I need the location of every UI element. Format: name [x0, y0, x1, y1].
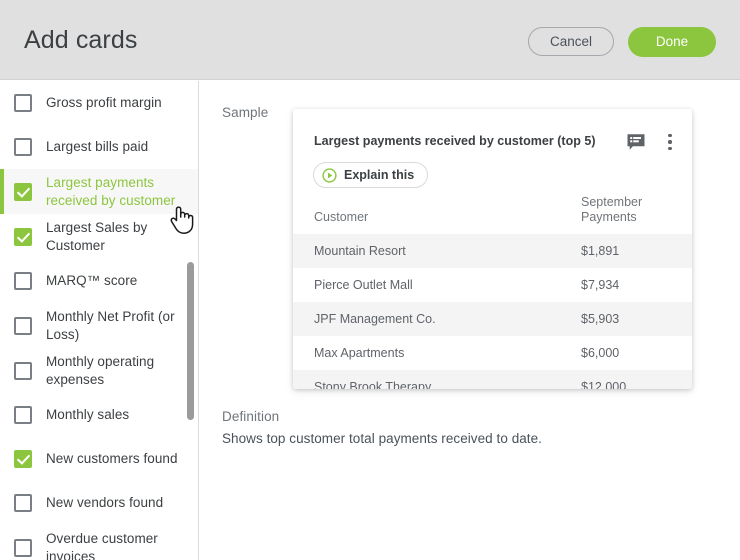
preview-panel: Sample Largest payments received by cust…	[200, 81, 740, 560]
checkbox-checked-icon[interactable]	[14, 182, 32, 201]
sample-card-title: Largest payments received by customer (t…	[314, 134, 596, 148]
checkbox-unchecked-icon[interactable]	[14, 94, 32, 112]
done-button[interactable]: Done	[628, 27, 716, 57]
checkbox-unchecked-icon[interactable]	[14, 316, 32, 335]
sidebar-item-label: Overdue customer invoices	[46, 531, 158, 560]
sidebar-item[interactable]: Largest bills paid	[0, 125, 198, 169]
checkbox-checked-icon[interactable]	[14, 450, 32, 468]
table-cell-amount: $12,000	[581, 380, 627, 389]
dialog-header: Add cards Cancel Done	[0, 0, 740, 80]
table-cell-customer: Max Apartments	[314, 346, 405, 360]
sidebar-item[interactable]: Largest payments received by customer	[0, 169, 198, 214]
sidebar-item[interactable]: Largest Sales by Customer	[0, 214, 198, 259]
card-list-sidebar[interactable]: Gross profit margin Largest bills paid Lar…	[0, 81, 199, 560]
table-row: JPF Management Co. $5,903	[293, 302, 692, 336]
sidebar-item-label: MARQ™ score	[46, 273, 138, 289]
cancel-button[interactable]: Cancel	[528, 27, 614, 56]
sidebar-item-label: Largest payments received by customer	[46, 175, 176, 208]
checkbox-unchecked-icon[interactable]	[14, 272, 32, 290]
table-cell-amount: $1,891	[581, 244, 620, 258]
page-title: Add cards	[24, 26, 138, 54]
sidebar-item[interactable]: Monthly operating expenses	[0, 348, 198, 393]
sidebar-item-label: Gross profit margin	[46, 95, 162, 111]
table-row: Max Apartments $6,000	[293, 336, 692, 370]
sample-card: Largest payments received by customer (t…	[293, 109, 692, 389]
checkbox-unchecked-icon[interactable]	[14, 538, 32, 557]
checkbox-unchecked-icon[interactable]	[14, 138, 32, 156]
sidebar-item-label: Monthly Net Profit (or Loss)	[46, 309, 175, 342]
sidebar-item[interactable]: New vendors found	[0, 481, 198, 525]
table-cell-customer: Pierce Outlet Mall	[314, 278, 413, 292]
table-row: Stony Brook Therapy $12,000	[293, 370, 692, 389]
sidebar-item-label: Monthly sales	[46, 407, 130, 423]
table-row: Mountain Resort $1,891	[293, 234, 692, 268]
sidebar-item[interactable]: Monthly Net Profit (or Loss)	[0, 303, 198, 348]
sidebar-item[interactable]: New customers found	[0, 437, 198, 481]
checkbox-unchecked-icon[interactable]	[14, 494, 32, 512]
checkbox-unchecked-icon[interactable]	[14, 361, 32, 380]
card-list: Gross profit margin Largest bills paid Lar…	[0, 81, 198, 560]
table-cell-customer: Stony Brook Therapy	[314, 380, 432, 389]
table-cell-amount: $6,000	[581, 346, 620, 360]
table-row: Pierce Outlet Mall $7,934	[293, 268, 692, 302]
table-cell-customer: JPF Management Co.	[314, 312, 436, 326]
sidebar-item[interactable]: Overdue customer invoices	[0, 525, 198, 560]
sample-table-header: Customer September Payments	[293, 195, 692, 234]
sidebar-item[interactable]: Gross profit margin	[0, 81, 198, 125]
sidebar-scrollbar-track[interactable]	[187, 81, 196, 560]
more-vertical-icon[interactable]	[661, 131, 679, 153]
sidebar-scrollbar-thumb[interactable]	[187, 262, 194, 420]
play-circle-icon	[322, 167, 337, 183]
sidebar-item-label: Largest bills paid	[46, 139, 149, 155]
explain-this-label: Explain this	[344, 167, 415, 182]
sidebar-item-label: New vendors found	[46, 495, 164, 511]
sidebar-item[interactable]: MARQ™ score	[0, 259, 198, 303]
sidebar-item-label: Monthly operating expenses	[46, 354, 155, 387]
column-header-payments: September Payments	[581, 195, 643, 224]
list-view-icon[interactable]	[626, 132, 646, 152]
table-cell-amount: $5,903	[581, 312, 620, 326]
definition-label: Definition	[222, 409, 280, 424]
sample-label: Sample	[222, 105, 269, 120]
checkbox-checked-icon[interactable]	[14, 227, 32, 246]
column-header-customer: Customer	[314, 210, 369, 224]
sample-table-body: Mountain Resort $1,891 Pierce Outlet Mall $…	[293, 234, 692, 389]
add-cards-dialog: Add cards Cancel Done Gross profit margi…	[0, 0, 740, 560]
explain-this-button[interactable]: Explain this	[313, 162, 429, 188]
definition-text: Shows top customer total payments receiv…	[222, 431, 542, 446]
table-cell-customer: Mountain Resort	[314, 244, 406, 258]
table-cell-amount: $7,934	[581, 278, 620, 292]
sidebar-item[interactable]: Monthly sales	[0, 393, 198, 437]
checkbox-unchecked-icon[interactable]	[14, 406, 32, 424]
sidebar-item-label: Largest Sales by Customer	[46, 220, 148, 253]
sidebar-item-label: New customers found	[46, 451, 178, 467]
